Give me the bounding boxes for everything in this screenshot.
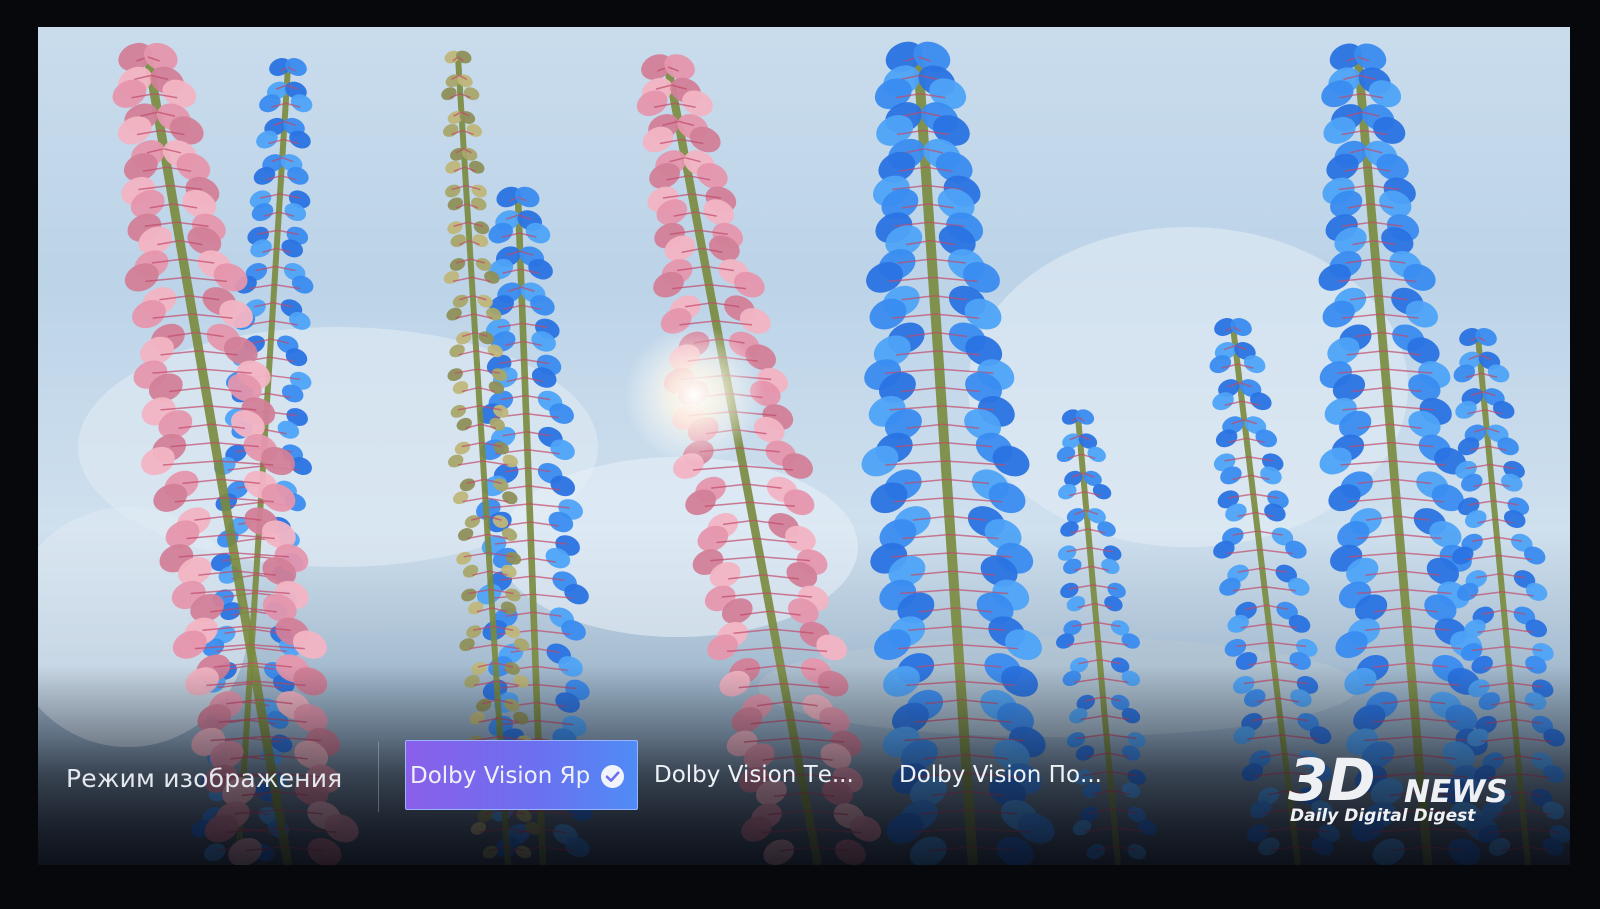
option-label: Dolby Vision Те... [654,762,854,788]
option-label: Dolby Vision По... [899,762,1102,788]
option-label: Dolby Vision Яр [410,763,591,789]
picture-mode-option-bright[interactable]: Dolby Vision По... [899,756,1102,794]
picture-mode-option-vivid[interactable]: Dolby Vision Яр [405,740,638,810]
tv-screen [38,27,1570,865]
picture-mode-option-dark[interactable]: Dolby Vision Те... [654,756,854,794]
check-circle-icon [601,765,624,788]
